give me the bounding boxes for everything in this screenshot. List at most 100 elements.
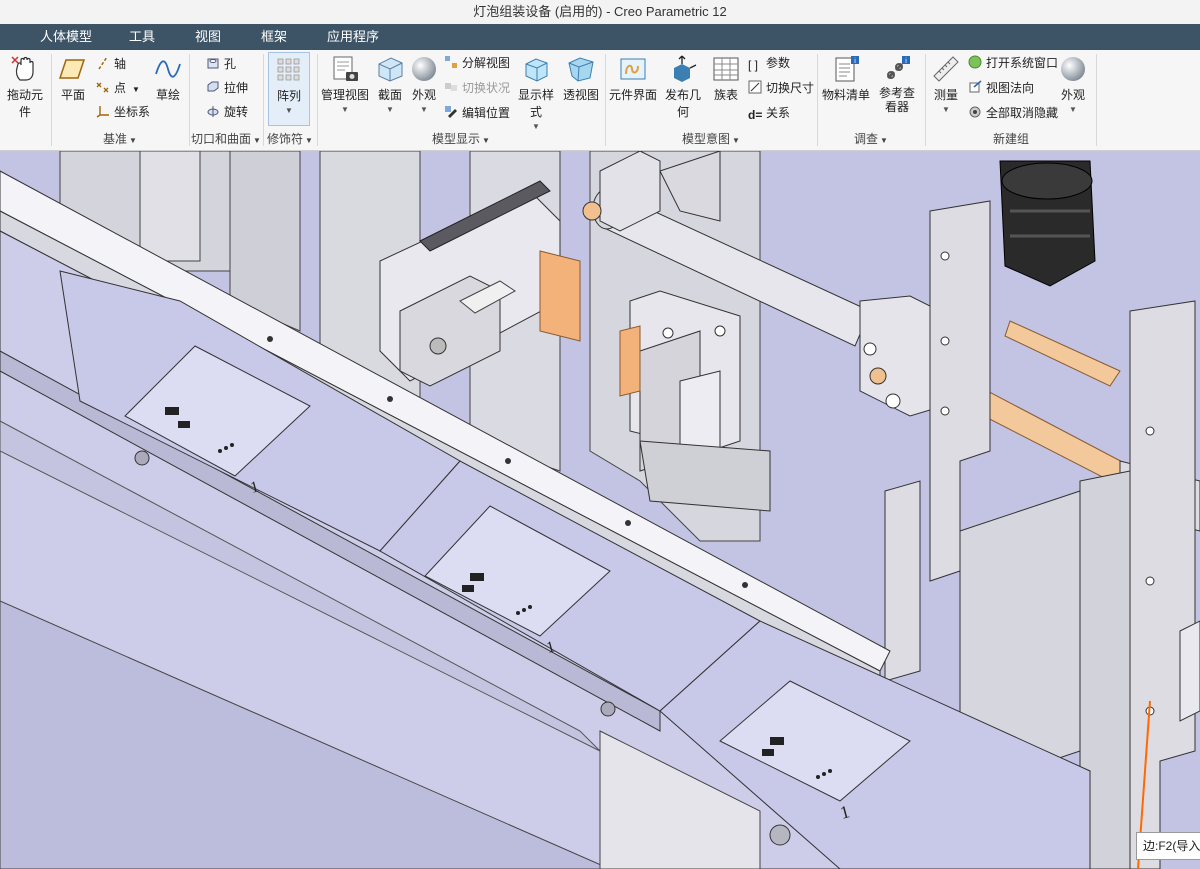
section-button[interactable]: 截面 ▼ [372, 54, 408, 114]
measure-button[interactable]: 测量 ▼ [928, 54, 964, 114]
manage-views-dropdown-icon[interactable]: ▼ [320, 105, 370, 114]
component-interface-label: 元件界面 [608, 88, 657, 102]
tab-tools[interactable]: 工具 [117, 24, 167, 50]
modifiers-group: 阵列 ▼ 修饰符 ▼ [264, 50, 316, 150]
measure-ruler-icon [933, 56, 959, 82]
pattern-button[interactable]: 阵列 ▼ [268, 52, 310, 126]
datum-group: 平面 轴 点 ▼ 坐标系 草绘 基准 ▼ [52, 50, 188, 150]
edit-position-label: 编辑位置 [462, 106, 511, 120]
manage-views-button[interactable]: 管理视图 ▼ [320, 54, 370, 114]
unhide-all-icon [969, 106, 981, 118]
new-group-appearance-button[interactable]: 外观 ▼ [1056, 54, 1090, 114]
reference-viewer-label: 参考查看器 [878, 86, 915, 114]
explode-view-label: 分解视图 [462, 56, 511, 70]
drag-components-button[interactable]: 拖动元件 [2, 54, 48, 120]
plane-button[interactable]: 平面 [56, 54, 90, 103]
parameters-button[interactable]: [ ] 参数 [748, 53, 790, 73]
pattern-icon [277, 58, 300, 81]
view-normal-button[interactable]: 视图法向 [968, 78, 1034, 98]
hole-label: 孔 [224, 57, 237, 71]
publish-geometry-label: 发布几何 [664, 88, 701, 119]
toggle-status-button[interactable]: 切换状况 [444, 78, 510, 98]
measure-dropdown-icon[interactable]: ▼ [928, 105, 964, 114]
point-dropdown-icon[interactable]: ▼ [132, 85, 140, 94]
tab-framework[interactable]: 框架 [249, 24, 299, 50]
csys-button[interactable]: 坐标系 [96, 102, 150, 122]
open-system-window-button[interactable]: 打开系统窗口 [968, 53, 1058, 73]
revolve-button[interactable]: 旋转 [206, 102, 248, 122]
window-title: 灯泡组装设备 (启用的) - Creo Parametric 12 [473, 4, 727, 19]
ribbon: 拖动元件 平面 轴 点 ▼ 坐标系 草绘 基准 ▼ 孔 拉伸 旋转 切口和曲面 … [0, 50, 1200, 151]
switch-dimensions-button[interactable]: 切换尺寸 [748, 78, 814, 98]
bom-button[interactable]: i 物料清单 [820, 54, 872, 103]
parameters-label: 参数 [766, 56, 791, 70]
unhide-all-label: 全部取消隐藏 [986, 106, 1059, 120]
family-table-label: 族表 [713, 88, 738, 102]
extrude-icon [207, 81, 219, 92]
perspective-icon [568, 57, 594, 82]
manage-views-label: 管理视图 [320, 88, 369, 102]
new-group-appearance-label: 外观 [1060, 88, 1085, 102]
axis-icon [98, 56, 108, 70]
measure-label: 测量 [933, 88, 958, 102]
view-normal-icon [969, 80, 982, 93]
csys-icon [96, 106, 109, 118]
sketch-label: 草绘 [155, 88, 180, 102]
revolve-label: 旋转 [224, 105, 249, 119]
appearance-dropdown-icon[interactable]: ▼ [408, 105, 440, 114]
relations-button[interactable]: d= 关系 [748, 103, 790, 123]
tab-view[interactable]: 视图 [183, 24, 233, 50]
publish-geometry-icon [674, 55, 697, 82]
toggle-status-label: 切换状况 [462, 81, 511, 95]
unhide-all-button[interactable]: 全部取消隐藏 [968, 103, 1058, 123]
reference-viewer-button[interactable]: i 参考查看器 [872, 54, 922, 114]
family-table-icon [713, 57, 739, 81]
investigate-group-label[interactable]: 调查 ▼ [818, 130, 924, 147]
csys-label: 坐标系 [114, 105, 151, 119]
publish-geometry-button[interactable]: 发布几何 [660, 54, 706, 120]
family-table-button[interactable]: 族表 [708, 54, 744, 103]
component-interface-button[interactable]: 元件界面 [608, 54, 658, 103]
drag-hand-icon [11, 56, 34, 81]
view-normal-label: 视图法向 [986, 81, 1035, 95]
tab-model[interactable]: 人体模型 [28, 24, 104, 50]
pattern-dropdown-icon[interactable]: ▼ [269, 106, 309, 115]
new-group-label: 新建组 [992, 132, 1029, 146]
cut-surface-group-label[interactable]: 切口和曲面 ▼ [190, 130, 262, 147]
cad-model-view[interactable]: 1 1 1 [0, 151, 1200, 869]
new-group-appearance-dropdown-icon[interactable]: ▼ [1056, 105, 1090, 114]
tab-applications[interactable]: 应用程序 [315, 24, 391, 50]
drag-components-label: 拖动元件 [6, 88, 43, 119]
perspective-button[interactable]: 透视图 [562, 54, 600, 103]
explode-view-icon [445, 56, 457, 68]
bom-label: 物料清单 [821, 88, 870, 102]
section-dropdown-icon[interactable]: ▼ [372, 105, 408, 114]
explode-view-button[interactable]: 分解视图 [444, 53, 510, 73]
toggle-status-icon [445, 83, 457, 91]
edit-position-button[interactable]: 编辑位置 [444, 103, 510, 123]
appearance-sphere-icon [1061, 57, 1085, 81]
extrude-label: 拉伸 [224, 81, 249, 95]
point-button[interactable]: 点 ▼ [96, 78, 140, 98]
display-style-button[interactable]: 显示样式 ▼ [514, 54, 558, 131]
black-connector [999, 160, 1096, 287]
relations-icon: d= [748, 108, 763, 122]
edit-position-icon [445, 106, 457, 118]
axis-button[interactable]: 轴 [96, 54, 126, 74]
sketch-button[interactable]: 草绘 [150, 54, 186, 103]
cut-surface-group: 孔 拉伸 旋转 切口和曲面 ▼ [190, 50, 262, 150]
open-system-window-icon [968, 55, 982, 69]
appearance-button[interactable]: 外观 ▼ [408, 54, 440, 114]
display-style-label: 显示样式 [517, 88, 554, 119]
plane-icon [58, 59, 86, 79]
modifiers-group-label[interactable]: 修饰符 ▼ [264, 130, 316, 147]
datum-group-label[interactable]: 基准 ▼ [52, 130, 188, 147]
display-style-cube-icon [525, 58, 548, 82]
hole-button[interactable]: 孔 [206, 54, 236, 74]
point-icon [96, 82, 109, 93]
graphics-window[interactable]: 1 1 1 [0, 151, 1200, 869]
extrude-button[interactable]: 拉伸 [206, 78, 248, 98]
model-intent-group-label[interactable]: 模型意图 ▼ [606, 130, 816, 147]
appearance-sphere-icon [412, 57, 436, 81]
model-display-group-label[interactable]: 模型显示 ▼ [318, 130, 604, 147]
